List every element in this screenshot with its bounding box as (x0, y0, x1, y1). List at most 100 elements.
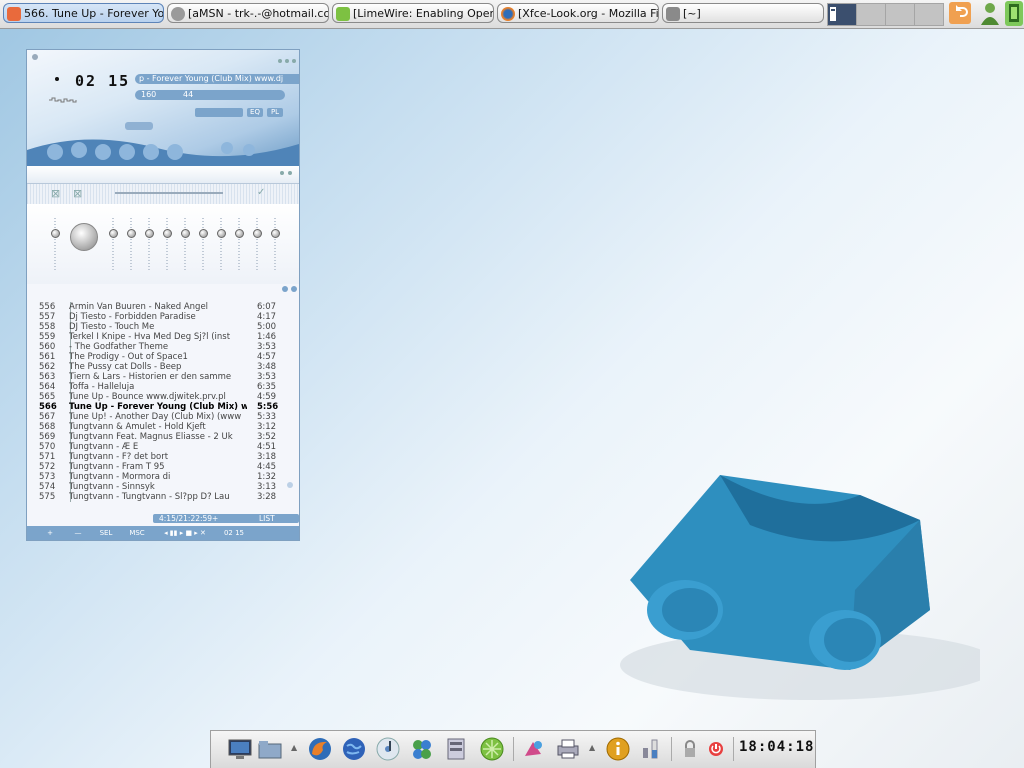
eq-slider-knob[interactable] (145, 229, 154, 238)
playlist-row[interactable]: 567 Tune Up! - Another Day (Club Mix) (ww… (35, 412, 299, 422)
audio-player-window[interactable]: 02 15 p - Forever Young (Club Mix) www.d… (26, 49, 300, 541)
list-button[interactable]: LIST (259, 514, 275, 523)
playlist-row-title: The Prodigy - Out of Space1 (69, 352, 188, 362)
eq-slider-knob[interactable] (127, 229, 136, 238)
task-button-limewire[interactable]: [LimeWire: Enabling Open ... (332, 3, 494, 23)
playlist-row[interactable]: 560 - The Godfather Theme 3:53 (35, 342, 299, 352)
eq-titlebar[interactable] (27, 166, 299, 183)
preamp-knob[interactable] (70, 223, 98, 251)
playlist-scrollbar[interactable] (287, 482, 293, 488)
task-button-firefox[interactable]: [Xfce-Look.org - Mozilla Fir... (497, 3, 659, 23)
eq-presets-button[interactable]: ✓ (257, 187, 265, 198)
mini-transport-controls[interactable]: ◂ ▮▮ ▸ ■ ▸ ✕ (157, 529, 213, 538)
volume-slider[interactable] (195, 108, 243, 117)
eq-window-buttons[interactable] (279, 170, 297, 176)
playlist-row-duration: 5:00 (257, 322, 277, 332)
playlist-row-title: Tiern & Lars - Historien er den samme (69, 372, 232, 382)
playlist-row-duration: 3:12 (257, 422, 277, 432)
playlist-row[interactable]: 571 Tungtvann - F? det bort 3:18 (35, 452, 299, 462)
folder-icon[interactable] (257, 736, 283, 762)
task-label: [~] (683, 7, 701, 20)
task-button-amsn[interactable]: [aMSN - trk-.-@hotmail.co... (167, 3, 329, 23)
playlist-row[interactable]: 563 Tiern & Lars - Historien er den samme… (35, 372, 299, 382)
eq-slider-knob[interactable] (109, 229, 118, 238)
playlist-row[interactable]: 556 Armin Van Buuren - Naked Angel 6:07 (35, 302, 299, 312)
playlist-row[interactable]: 566 Tune Up - Forever Young (Club Mix) ww… (35, 402, 299, 412)
eq-slider-knob[interactable] (163, 229, 172, 238)
playlist-row[interactable]: 574 Tungtvann - Sinnsyk 3:13 (35, 482, 299, 492)
info-icon[interactable] (605, 736, 631, 762)
network-icon[interactable] (1005, 1, 1023, 26)
desktop-icon[interactable] (227, 736, 253, 762)
eq-toggle-button[interactable]: EQ (247, 108, 263, 117)
eq-slider-knob[interactable] (253, 229, 262, 238)
play-indicator-icon (55, 77, 59, 81)
window-buttons[interactable] (277, 54, 297, 63)
playlist-row[interactable]: 564 Toffa - Halleluja 6:35 (35, 382, 299, 392)
eq-slider-knob[interactable] (271, 229, 280, 238)
limewire-icon[interactable] (479, 736, 505, 762)
eq-slider-knob[interactable] (51, 229, 60, 238)
amsn-icon (171, 7, 185, 21)
playlist-row[interactable]: 562 The Pussy cat Dolls - Beep 3:48 (35, 362, 299, 372)
undo-icon[interactable] (949, 2, 971, 24)
eq-slider-knob[interactable] (235, 229, 244, 238)
playlist-row-title: Tune Up - Bounce www.djwitek.prv.pl (69, 392, 226, 402)
workspace-4[interactable] (914, 3, 944, 26)
playlist-row[interactable]: 572 Tungtvann - Fram T 95 4:45 (35, 462, 299, 472)
task-label: [aMSN - trk-.-@hotmail.co... (188, 7, 328, 20)
misc-button[interactable]: MSC (125, 529, 149, 538)
playlist-row[interactable]: 561 The Prodigy - Out of Space1 4:57 (35, 352, 299, 362)
workspace-2[interactable] (856, 3, 886, 26)
select-button[interactable]: SEL (95, 529, 117, 538)
music-icon[interactable] (375, 736, 401, 762)
playlist-row[interactable]: 573 Tungtvann - Mormora di 1:32 (35, 472, 299, 482)
playlist-row[interactable]: 557 Dj Tiesto - Forbidden Paradise 4:17 (35, 312, 299, 322)
amsn-icon[interactable] (409, 736, 435, 762)
task-button-terminal[interactable]: [~] (662, 3, 824, 23)
lock-icon[interactable] (677, 736, 703, 762)
user-icon[interactable] (978, 1, 1002, 26)
eq-slider-track (256, 218, 258, 270)
workspace-1[interactable] (827, 3, 857, 26)
mixer-icon[interactable] (637, 736, 663, 762)
globe-icon[interactable] (341, 736, 367, 762)
playlist-row[interactable]: 565 Tune Up - Bounce www.djwitek.prv.pl 4:… (35, 392, 299, 402)
playlist-row-number: 562 (39, 362, 56, 372)
playlist-row[interactable]: 575 Tungtvann - Tungtvann - Sl?pp D? Lau 3… (35, 492, 299, 502)
playlist-row[interactable]: 559 Terkel I Knipe - Hva Med Deg Sj?l (in… (35, 332, 299, 342)
clock[interactable]: 18:04:18 (739, 739, 814, 755)
playlist-row[interactable]: 558 DJ Tiesto - Touch Me 5:00 (35, 322, 299, 332)
remove-button[interactable]: — (69, 529, 87, 538)
menu-icon[interactable] (32, 54, 38, 60)
power-icon[interactable] (703, 736, 729, 762)
workspace-3[interactable] (885, 3, 915, 26)
playlist-row-duration: 3:18 (257, 452, 277, 462)
playlist-titlebar[interactable] (27, 284, 299, 296)
printer-icon[interactable] (555, 736, 581, 762)
eq-slider-knob[interactable] (181, 229, 190, 238)
playlist-row[interactable]: 569 Tungtvann Feat. Magnus Eliasse - 2 Uk… (35, 432, 299, 442)
task-button-audio-player[interactable]: 566. Tune Up - Forever Yo... (3, 3, 164, 23)
launcher-arrow-icon[interactable]: ▲ (291, 743, 297, 752)
playlist-window-buttons[interactable] (281, 284, 299, 294)
eq-auto-toggle[interactable]: ⊠ (73, 187, 82, 200)
playlist-row-number: 564 (39, 382, 56, 392)
firefox-icon[interactable] (307, 736, 333, 762)
graphics-icon[interactable] (521, 736, 547, 762)
eq-slider-knob[interactable] (199, 229, 208, 238)
playlist-row-duration: 4:59 (257, 392, 277, 402)
add-button[interactable]: + (41, 529, 59, 538)
seek-bar[interactable] (125, 122, 153, 130)
playlist[interactable]: 556 Armin Van Buuren - Naked Angel 6:07 557… (35, 302, 299, 512)
playlist-row-duration: 4:45 (257, 462, 277, 472)
eq-slider-knob[interactable] (217, 229, 226, 238)
eq-slider-track (202, 218, 204, 270)
eq-on-toggle[interactable]: ⊠ (51, 187, 60, 200)
launcher-arrow-icon[interactable]: ▲ (589, 743, 595, 752)
filer-icon[interactable] (443, 736, 469, 762)
playlist-row[interactable]: 568 Tungtvann & Amulet - Hold Kjeft 3:12 (35, 422, 299, 432)
pl-toggle-button[interactable]: PL (267, 108, 283, 117)
playlist-row[interactable]: 570 Tungtvann - Æ E 4:51 (35, 442, 299, 452)
eq-slider-track (220, 218, 222, 270)
